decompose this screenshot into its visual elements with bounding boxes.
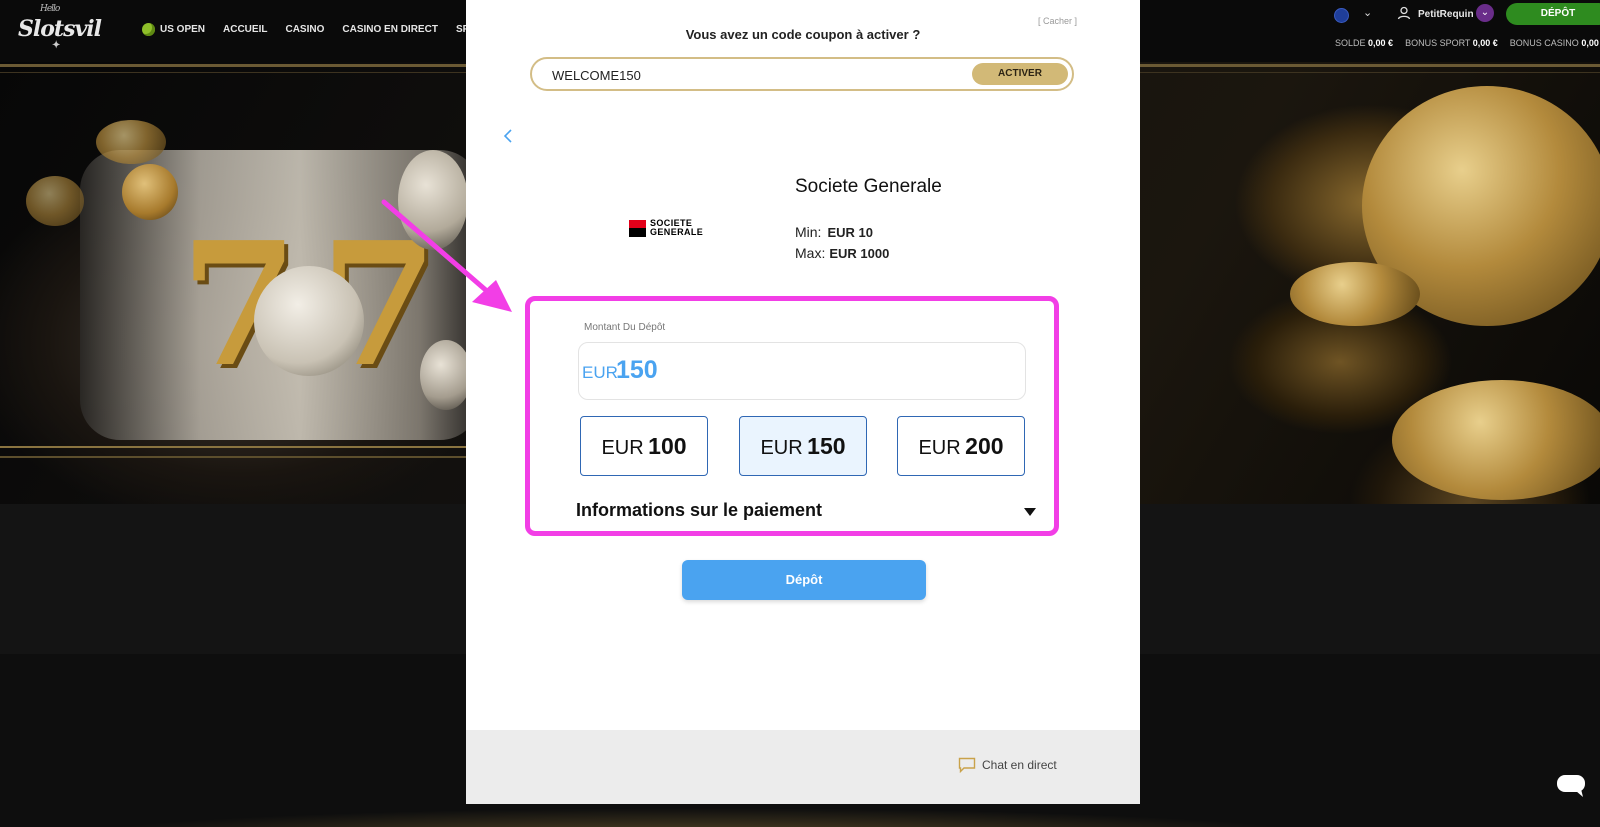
balance-solde: SOLDE 0,00 €	[1335, 38, 1393, 48]
preset-value: 100	[648, 433, 687, 459]
coin-illustration	[26, 176, 84, 226]
hide-coupon-link[interactable]: [ Cacher ]	[1038, 16, 1077, 26]
hero-decor-line	[0, 446, 470, 448]
max-limit: Max: EUR 1000	[795, 245, 889, 261]
balance-value: 0,00 €	[1472, 38, 1498, 48]
chevron-down-icon[interactable]: ⌄	[1363, 6, 1372, 19]
logo-main-text: Slotsvil	[18, 16, 102, 42]
max-limit-value: EUR 1000	[829, 246, 890, 261]
min-limit-value: EUR 10	[827, 225, 873, 240]
balance-label: BONUS SPORT	[1405, 38, 1471, 48]
tennis-ball-icon	[142, 23, 155, 36]
payment-info-toggle[interactable]: Informations sur le paiement	[576, 500, 1036, 524]
slot-lever-knob	[122, 164, 178, 220]
coupon-question: Vous avez un code coupon à activer ?	[685, 27, 921, 42]
site-logo[interactable]: Hello Slotsvil ✦	[18, 4, 102, 51]
max-limit-label: Max:	[795, 245, 826, 261]
coupon-field: ACTIVER	[530, 57, 1074, 91]
coin-illustration	[1392, 380, 1600, 500]
deposit-modal: [ Cacher ] Vous avez un code coupon à ac…	[466, 0, 1140, 804]
live-chat-label: Chat en direct	[982, 758, 1057, 772]
soccer-ball-illustration	[420, 340, 472, 410]
username[interactable]: PetitRequin	[1418, 9, 1474, 20]
basketball-illustration	[254, 266, 364, 376]
nav-item-accueil[interactable]: ACCUEIL	[223, 23, 267, 36]
nav-item-casino-en-direct[interactable]: CASINO EN DIRECT	[342, 23, 438, 36]
balances-bar: SOLDE 0,00 € BONUS SPORT 0,00 € BONUS CA…	[1335, 38, 1600, 48]
nav-item-label: US OPEN	[160, 24, 206, 35]
nav-item-us-open[interactable]: US OPEN	[142, 23, 205, 36]
coin-illustration	[1290, 262, 1420, 326]
nav-item-casino[interactable]: CASINO	[285, 23, 324, 36]
nav-item-label: CASINO EN DIRECT	[342, 24, 438, 35]
min-limit: Min: EUR 10	[795, 224, 873, 240]
annotation-arrow-icon	[381, 199, 512, 312]
min-limit-label: Min:	[795, 224, 822, 240]
nav-item-label: CASINO	[285, 24, 325, 35]
caret-down-icon	[1024, 508, 1036, 516]
preset-currency: EUR	[918, 437, 961, 459]
star-icon: ✦	[52, 40, 60, 51]
balance-bonus-casino: BONUS CASINO 0,00 €	[1510, 38, 1600, 48]
balance-label: SOLDE	[1335, 38, 1366, 48]
balance-value: 0,00 €	[1581, 38, 1600, 48]
preset-value: 150	[807, 433, 846, 459]
logo-text-line: GENERALE	[650, 227, 704, 237]
amount-value[interactable]: 150	[616, 356, 658, 385]
balance-label: BONUS CASINO	[1509, 38, 1579, 48]
balance-bonus-sport: BONUS SPORT 0,00 €	[1405, 38, 1498, 48]
hero-decor-line	[0, 456, 470, 458]
nav-item-label: ACCUEIL	[223, 24, 268, 35]
payment-info-label: Informations sur le paiement	[576, 500, 823, 520]
societe-generale-logo: SOCIETE GENERALE	[629, 219, 703, 237]
chat-icon	[958, 757, 976, 773]
live-chat-link[interactable]: Chat en direct	[958, 757, 1057, 773]
language-flag-icon[interactable]	[1334, 8, 1349, 23]
back-chevron-icon[interactable]	[502, 128, 514, 144]
activate-coupon-button[interactable]: ACTIVER	[972, 63, 1068, 85]
preset-currency: EUR	[601, 437, 644, 459]
user-icon	[1397, 6, 1411, 20]
balance-value: 0,00 €	[1368, 38, 1394, 48]
preset-amount-100[interactable]: EUR 100	[580, 416, 708, 476]
chat-bubble-icon[interactable]	[1556, 774, 1586, 798]
header-deposit-button[interactable]: DÉPÔT	[1506, 3, 1600, 25]
main-nav: US OPEN ACCUEIL CASINO CASINO EN DIRECT …	[142, 23, 490, 36]
preset-amount-150[interactable]: EUR 150	[739, 416, 867, 476]
logo-small-text: Hello	[40, 4, 60, 14]
amount-label: Montant Du Dépôt	[584, 322, 666, 333]
deposit-submit-button[interactable]: Dépôt	[682, 560, 926, 600]
coupon-input[interactable]	[550, 59, 954, 91]
coin-illustration	[96, 120, 166, 164]
preset-amount-200[interactable]: EUR 200	[897, 416, 1025, 476]
preset-value: 200	[965, 433, 1004, 459]
user-menu-chevron-icon[interactable]: ⌄	[1476, 4, 1494, 22]
payment-method-name: Societe Generale	[795, 176, 942, 197]
amount-currency: EUR	[582, 363, 618, 382]
preset-currency: EUR	[760, 437, 803, 459]
societe-generale-logo-text: SOCIETE GENERALE	[650, 219, 703, 237]
societe-generale-logo-mark	[629, 219, 646, 237]
